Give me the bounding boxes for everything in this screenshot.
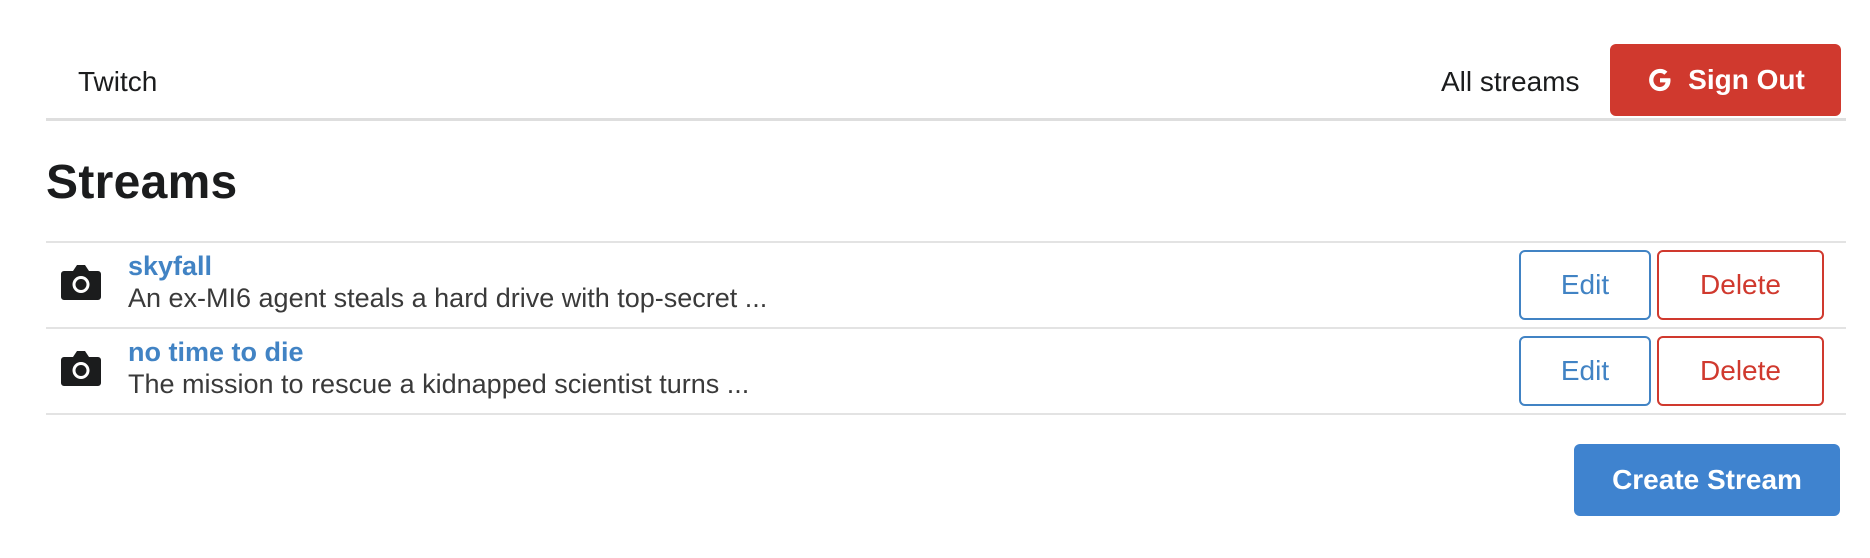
list-item: no time to die The mission to rescue a k… bbox=[46, 329, 1846, 415]
stream-description: An ex-MI6 agent steals a hard drive with… bbox=[128, 283, 768, 313]
page-title: Streams bbox=[46, 156, 238, 209]
sign-out-label: Sign Out bbox=[1688, 64, 1805, 95]
camera-icon bbox=[60, 263, 102, 303]
camera-icon bbox=[60, 349, 102, 389]
header-menu: Twitch All streams Sign Out bbox=[46, 0, 1846, 121]
all-streams-link[interactable]: All streams bbox=[1441, 66, 1579, 98]
edit-button[interactable]: Edit bbox=[1519, 250, 1651, 320]
google-icon bbox=[1646, 66, 1674, 94]
app-container: Twitch All streams Sign Out Streams skyf… bbox=[46, 0, 1846, 516]
brand-link[interactable]: Twitch bbox=[78, 66, 157, 98]
stream-title[interactable]: no time to die bbox=[128, 337, 304, 368]
sign-out-button[interactable]: Sign Out bbox=[1610, 44, 1841, 116]
list-item: skyfall An ex-MI6 agent steals a hard dr… bbox=[46, 243, 1846, 329]
stream-title[interactable]: skyfall bbox=[128, 251, 212, 282]
create-stream-button[interactable]: Create Stream bbox=[1574, 444, 1840, 516]
delete-button[interactable]: Delete bbox=[1657, 250, 1824, 320]
edit-button[interactable]: Edit bbox=[1519, 336, 1651, 406]
stream-list: skyfall An ex-MI6 agent steals a hard dr… bbox=[46, 241, 1846, 415]
stream-description: The mission to rescue a kidnapped scient… bbox=[128, 369, 750, 399]
delete-button[interactable]: Delete bbox=[1657, 336, 1824, 406]
